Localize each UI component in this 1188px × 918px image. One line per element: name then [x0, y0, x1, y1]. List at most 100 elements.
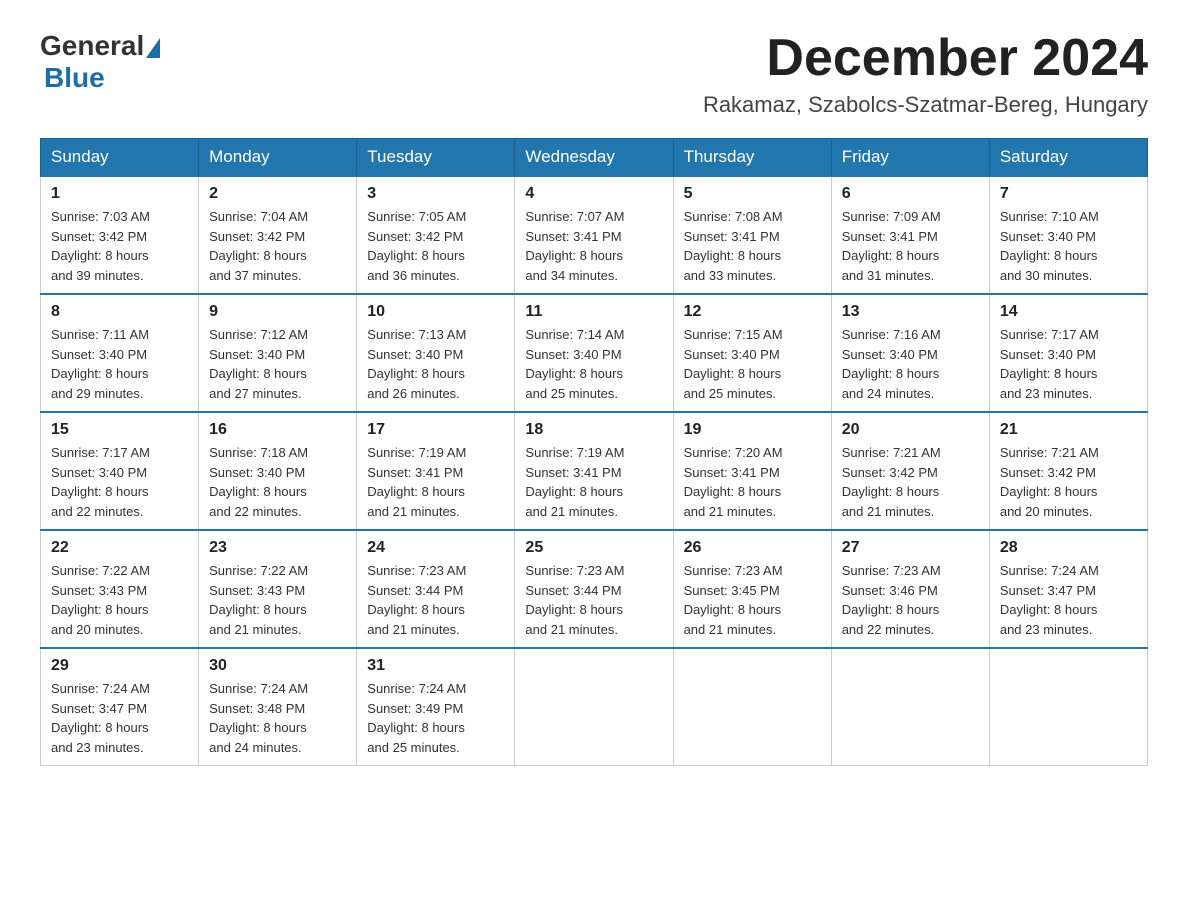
calendar-cell: 5 Sunrise: 7:08 AM Sunset: 3:41 PM Dayli…	[673, 176, 831, 294]
calendar-cell: 16 Sunrise: 7:18 AM Sunset: 3:40 PM Dayl…	[199, 412, 357, 530]
header-thursday: Thursday	[673, 139, 831, 177]
day-number: 21	[1000, 421, 1137, 439]
day-info: Sunrise: 7:23 AM Sunset: 3:44 PM Dayligh…	[525, 561, 662, 639]
calendar-cell: 20 Sunrise: 7:21 AM Sunset: 3:42 PM Dayl…	[831, 412, 989, 530]
calendar-cell: 12 Sunrise: 7:15 AM Sunset: 3:40 PM Dayl…	[673, 294, 831, 412]
location-title: Rakamaz, Szabolcs-Szatmar-Bereg, Hungary	[703, 92, 1148, 118]
day-number: 31	[367, 657, 504, 675]
calendar-cell: 19 Sunrise: 7:20 AM Sunset: 3:41 PM Dayl…	[673, 412, 831, 530]
day-info: Sunrise: 7:24 AM Sunset: 3:47 PM Dayligh…	[1000, 561, 1137, 639]
calendar-cell: 27 Sunrise: 7:23 AM Sunset: 3:46 PM Dayl…	[831, 530, 989, 648]
logo-general-text: General	[40, 30, 144, 62]
calendar-cell: 25 Sunrise: 7:23 AM Sunset: 3:44 PM Dayl…	[515, 530, 673, 648]
calendar-cell: 26 Sunrise: 7:23 AM Sunset: 3:45 PM Dayl…	[673, 530, 831, 648]
day-info: Sunrise: 7:03 AM Sunset: 3:42 PM Dayligh…	[51, 207, 188, 285]
day-number: 20	[842, 421, 979, 439]
day-info: Sunrise: 7:08 AM Sunset: 3:41 PM Dayligh…	[684, 207, 821, 285]
calendar-cell: 29 Sunrise: 7:24 AM Sunset: 3:47 PM Dayl…	[41, 648, 199, 766]
day-number: 26	[684, 539, 821, 557]
day-number: 23	[209, 539, 346, 557]
day-number: 18	[525, 421, 662, 439]
calendar-cell: 18 Sunrise: 7:19 AM Sunset: 3:41 PM Dayl…	[515, 412, 673, 530]
calendar-cell	[515, 648, 673, 766]
day-number: 7	[1000, 185, 1137, 203]
day-number: 17	[367, 421, 504, 439]
header-sunday: Sunday	[41, 139, 199, 177]
day-number: 24	[367, 539, 504, 557]
day-info: Sunrise: 7:20 AM Sunset: 3:41 PM Dayligh…	[684, 443, 821, 521]
day-info: Sunrise: 7:14 AM Sunset: 3:40 PM Dayligh…	[525, 325, 662, 403]
day-info: Sunrise: 7:22 AM Sunset: 3:43 PM Dayligh…	[209, 561, 346, 639]
day-info: Sunrise: 7:17 AM Sunset: 3:40 PM Dayligh…	[51, 443, 188, 521]
day-info: Sunrise: 7:17 AM Sunset: 3:40 PM Dayligh…	[1000, 325, 1137, 403]
page-header: General Blue December 2024 Rakamaz, Szab…	[40, 30, 1148, 118]
day-info: Sunrise: 7:12 AM Sunset: 3:40 PM Dayligh…	[209, 325, 346, 403]
day-number: 14	[1000, 303, 1137, 321]
calendar-cell	[831, 648, 989, 766]
logo-blue-text: Blue	[44, 62, 105, 93]
day-number: 30	[209, 657, 346, 675]
calendar-cell: 13 Sunrise: 7:16 AM Sunset: 3:40 PM Dayl…	[831, 294, 989, 412]
calendar-cell: 4 Sunrise: 7:07 AM Sunset: 3:41 PM Dayli…	[515, 176, 673, 294]
day-number: 9	[209, 303, 346, 321]
calendar-cell: 7 Sunrise: 7:10 AM Sunset: 3:40 PM Dayli…	[989, 176, 1147, 294]
day-info: Sunrise: 7:24 AM Sunset: 3:48 PM Dayligh…	[209, 679, 346, 757]
day-number: 12	[684, 303, 821, 321]
day-number: 4	[525, 185, 662, 203]
calendar-cell: 6 Sunrise: 7:09 AM Sunset: 3:41 PM Dayli…	[831, 176, 989, 294]
day-info: Sunrise: 7:19 AM Sunset: 3:41 PM Dayligh…	[525, 443, 662, 521]
day-number: 13	[842, 303, 979, 321]
calendar-cell: 14 Sunrise: 7:17 AM Sunset: 3:40 PM Dayl…	[989, 294, 1147, 412]
day-info: Sunrise: 7:19 AM Sunset: 3:41 PM Dayligh…	[367, 443, 504, 521]
calendar-cell: 3 Sunrise: 7:05 AM Sunset: 3:42 PM Dayli…	[357, 176, 515, 294]
week-row-1: 1 Sunrise: 7:03 AM Sunset: 3:42 PM Dayli…	[41, 176, 1148, 294]
header-friday: Friday	[831, 139, 989, 177]
day-info: Sunrise: 7:23 AM Sunset: 3:46 PM Dayligh…	[842, 561, 979, 639]
day-number: 15	[51, 421, 188, 439]
day-info: Sunrise: 7:10 AM Sunset: 3:40 PM Dayligh…	[1000, 207, 1137, 285]
calendar-cell	[673, 648, 831, 766]
day-info: Sunrise: 7:23 AM Sunset: 3:44 PM Dayligh…	[367, 561, 504, 639]
day-number: 6	[842, 185, 979, 203]
day-number: 25	[525, 539, 662, 557]
day-number: 2	[209, 185, 346, 203]
day-number: 29	[51, 657, 188, 675]
day-number: 8	[51, 303, 188, 321]
day-info: Sunrise: 7:11 AM Sunset: 3:40 PM Dayligh…	[51, 325, 188, 403]
calendar-cell: 1 Sunrise: 7:03 AM Sunset: 3:42 PM Dayli…	[41, 176, 199, 294]
header-monday: Monday	[199, 139, 357, 177]
header-row: SundayMondayTuesdayWednesdayThursdayFrid…	[41, 139, 1148, 177]
day-info: Sunrise: 7:21 AM Sunset: 3:42 PM Dayligh…	[1000, 443, 1137, 521]
calendar-cell: 31 Sunrise: 7:24 AM Sunset: 3:49 PM Dayl…	[357, 648, 515, 766]
calendar-cell: 10 Sunrise: 7:13 AM Sunset: 3:40 PM Dayl…	[357, 294, 515, 412]
day-number: 16	[209, 421, 346, 439]
day-number: 3	[367, 185, 504, 203]
calendar-cell: 17 Sunrise: 7:19 AM Sunset: 3:41 PM Dayl…	[357, 412, 515, 530]
logo-triangle-icon	[146, 38, 160, 58]
day-number: 28	[1000, 539, 1137, 557]
day-number: 11	[525, 303, 662, 321]
calendar-cell: 15 Sunrise: 7:17 AM Sunset: 3:40 PM Dayl…	[41, 412, 199, 530]
week-row-3: 15 Sunrise: 7:17 AM Sunset: 3:40 PM Dayl…	[41, 412, 1148, 530]
calendar-cell: 2 Sunrise: 7:04 AM Sunset: 3:42 PM Dayli…	[199, 176, 357, 294]
day-info: Sunrise: 7:09 AM Sunset: 3:41 PM Dayligh…	[842, 207, 979, 285]
day-number: 5	[684, 185, 821, 203]
calendar-cell	[989, 648, 1147, 766]
day-info: Sunrise: 7:22 AM Sunset: 3:43 PM Dayligh…	[51, 561, 188, 639]
day-info: Sunrise: 7:04 AM Sunset: 3:42 PM Dayligh…	[209, 207, 346, 285]
day-info: Sunrise: 7:15 AM Sunset: 3:40 PM Dayligh…	[684, 325, 821, 403]
month-title: December 2024	[703, 30, 1148, 87]
day-info: Sunrise: 7:13 AM Sunset: 3:40 PM Dayligh…	[367, 325, 504, 403]
calendar-cell: 22 Sunrise: 7:22 AM Sunset: 3:43 PM Dayl…	[41, 530, 199, 648]
day-number: 22	[51, 539, 188, 557]
day-info: Sunrise: 7:24 AM Sunset: 3:49 PM Dayligh…	[367, 679, 504, 757]
calendar-cell: 11 Sunrise: 7:14 AM Sunset: 3:40 PM Dayl…	[515, 294, 673, 412]
day-info: Sunrise: 7:24 AM Sunset: 3:47 PM Dayligh…	[51, 679, 188, 757]
week-row-4: 22 Sunrise: 7:22 AM Sunset: 3:43 PM Dayl…	[41, 530, 1148, 648]
day-number: 27	[842, 539, 979, 557]
calendar-cell: 8 Sunrise: 7:11 AM Sunset: 3:40 PM Dayli…	[41, 294, 199, 412]
calendar-cell: 30 Sunrise: 7:24 AM Sunset: 3:48 PM Dayl…	[199, 648, 357, 766]
day-info: Sunrise: 7:23 AM Sunset: 3:45 PM Dayligh…	[684, 561, 821, 639]
calendar-cell: 23 Sunrise: 7:22 AM Sunset: 3:43 PM Dayl…	[199, 530, 357, 648]
logo: General Blue	[40, 30, 162, 94]
